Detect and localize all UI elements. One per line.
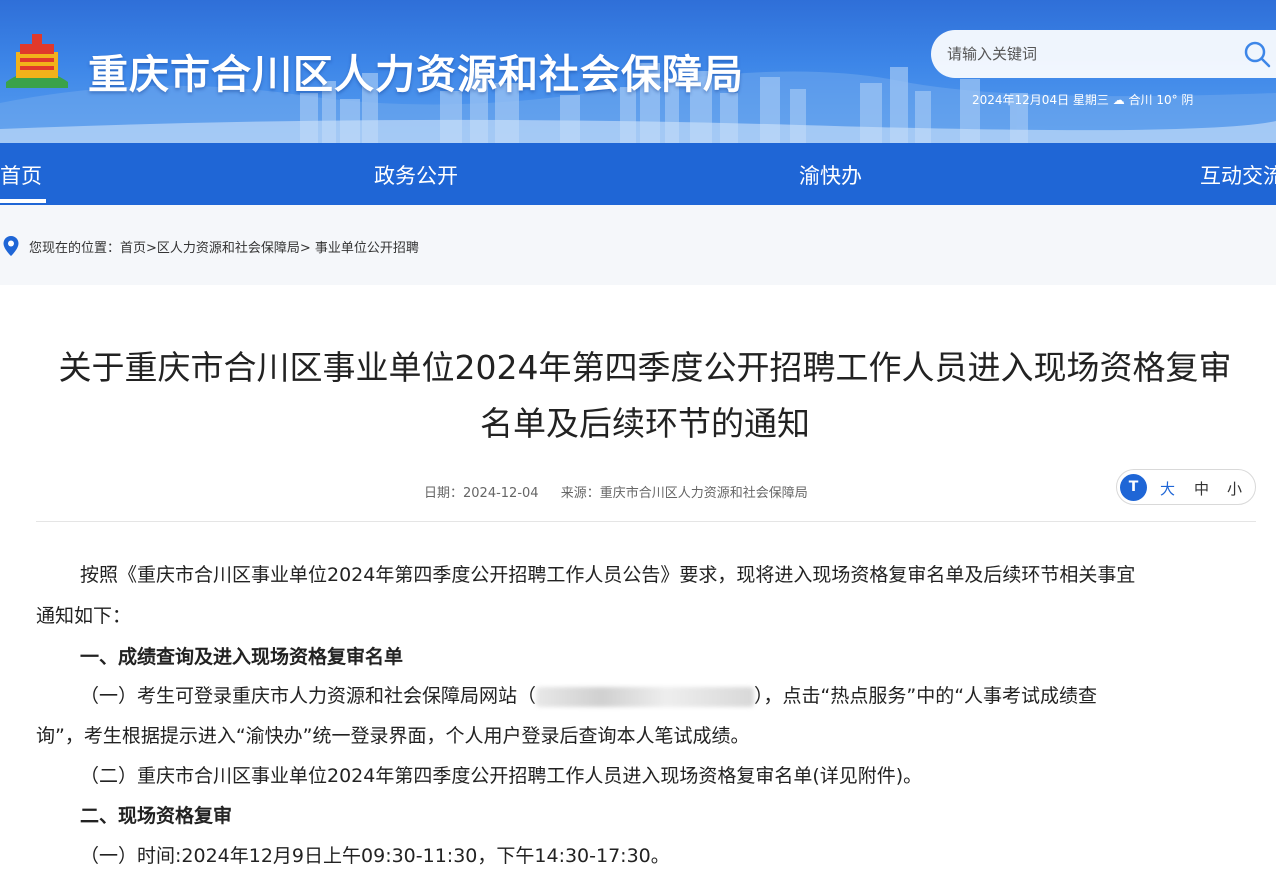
article-source: 来源：重庆市合川区人力资源和社会保障局: [560, 486, 808, 501]
main-nav: 首页 政务公开 渝快办 互动交流: [0, 143, 1276, 205]
font-size-small-button[interactable]: 小: [1227, 478, 1242, 499]
redacted-url: [536, 686, 755, 707]
location-pin-icon: [3, 236, 19, 256]
font-size-large-button[interactable]: 大: [1160, 478, 1175, 499]
section-heading-1: 一、成绩查询及进入现场资格复审名单: [80, 646, 404, 668]
site-title: 重庆市合川区人力资源和社会保障局: [88, 52, 744, 98]
nav-item-yukuaiban[interactable]: 渝快办: [799, 160, 862, 190]
nav-item-interaction[interactable]: 互动交流: [1200, 160, 1276, 190]
font-size-switcher: T 大 中 小: [1116, 469, 1256, 505]
search-icon[interactable]: [1243, 40, 1271, 68]
paragraph-item-1a-continued: 询”，考生根据提示进入“渝快办”统一登录界面，个人用户登录后查询本人笔试成绩。: [36, 725, 750, 747]
item-1a-post: ），点击“热点服务”中的“人事考试成绩查: [754, 685, 1098, 707]
paragraph-intro-2: 通知如下：: [36, 605, 132, 627]
item-1a-pre: （一）考生可登录重庆市人力资源和社会保障局网站（: [80, 685, 537, 707]
font-size-icon: T: [1120, 474, 1147, 501]
nav-active-indicator: [0, 199, 46, 203]
header-banner: 重庆市合川区人力资源和社会保障局 2024年12月04日 星期三 ☁ 合川 10…: [0, 0, 1276, 143]
breadcrumb: 您现在的位置：首页>区人力资源和社会保障局> 事业单位公开招聘: [0, 205, 1276, 285]
section-heading-2: 二、现场资格复审: [80, 805, 233, 827]
site-logo-icon: [6, 34, 68, 88]
article-title-line-1: 关于重庆市合川区事业单位2024年第四季度公开招聘工作人员进入现场资格复审: [58, 348, 1232, 387]
paragraph-intro-1: 按照《重庆市合川区事业单位2024年第四季度公开招聘工作人员公告》要求，现将进入…: [80, 564, 1136, 586]
paragraph-item-1a: （一）考生可登录重庆市人力资源和社会保障局网站（ ），点击“热点服务”中的“人事考…: [80, 676, 1097, 716]
search-input[interactable]: [947, 40, 1227, 68]
search-box: [931, 30, 1276, 78]
article-meta: 日期：2024-12-04 来源：重庆市合川区人力资源和社会保障局: [424, 482, 826, 501]
article-date: 日期：2024-12-04: [424, 486, 539, 501]
breadcrumb-text[interactable]: 您现在的位置：首页>区人力资源和社会保障局> 事业单位公开招聘: [29, 237, 419, 256]
article-title-line-2: 名单及后续环节的通知: [480, 404, 810, 443]
nav-item-gov-affairs[interactable]: 政务公开: [374, 160, 458, 190]
font-size-medium-button[interactable]: 中: [1194, 478, 1209, 499]
divider: [36, 521, 1256, 522]
paragraph-item-2a: （一）时间:2024年12月9日上午09:30-11:30，下午14:30-17…: [80, 845, 670, 867]
nav-item-home[interactable]: 首页: [0, 160, 42, 190]
date-weather: 2024年12月04日 星期三 ☁ 合川 10° 阴: [972, 93, 1194, 107]
article-title: 关于重庆市合川区事业单位2024年第四季度公开招聘工作人员进入现场资格复审 名单…: [40, 340, 1250, 452]
paragraph-item-1b: （二）重庆市合川区事业单位2024年第四季度公开招聘工作人员进入现场资格复审名单…: [80, 765, 923, 787]
